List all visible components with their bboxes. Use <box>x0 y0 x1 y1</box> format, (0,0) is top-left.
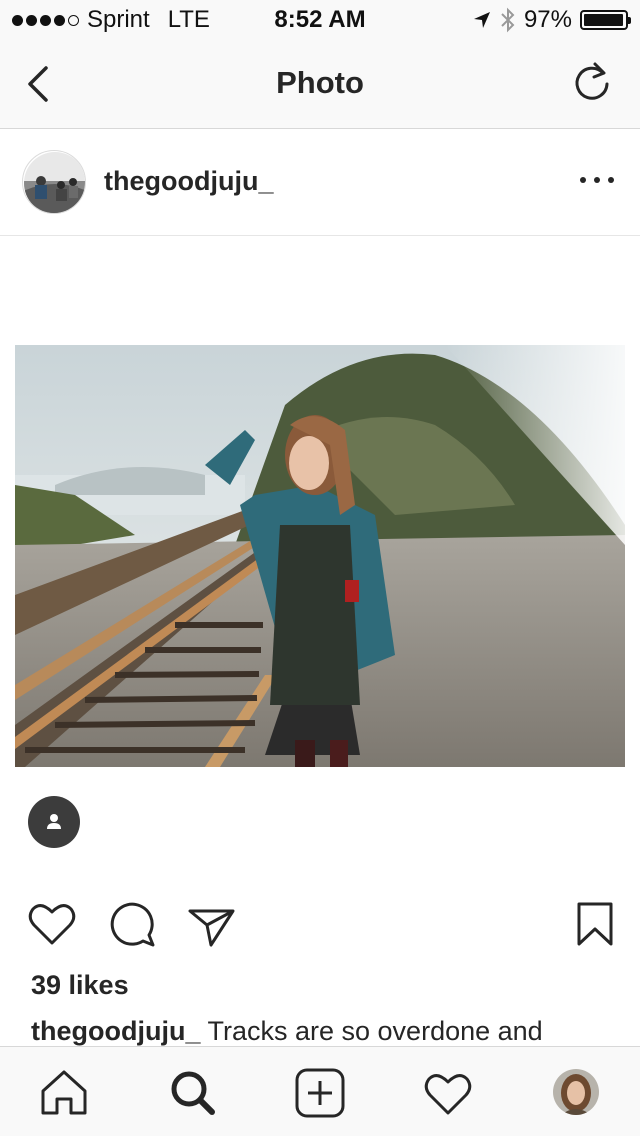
avatar-image <box>24 152 85 213</box>
likes-count[interactable]: 39 likes <box>31 970 129 1001</box>
chevron-left-icon[interactable] <box>18 62 62 106</box>
status-bar: Sprint LTE 8:52 AM 97% <box>0 0 640 40</box>
add-icon[interactable] <box>292 1065 348 1121</box>
share-icon[interactable] <box>187 899 237 949</box>
post-username[interactable]: thegoodjuju_ <box>104 166 273 197</box>
comment-icon[interactable] <box>107 899 157 949</box>
page-title: Photo <box>276 65 364 100</box>
post-photo-image <box>15 345 625 767</box>
search-icon[interactable] <box>165 1065 221 1121</box>
post-header: thegoodjuju_ <box>0 130 640 236</box>
home-icon[interactable] <box>36 1065 92 1121</box>
battery-icon <box>580 10 631 30</box>
bottom-tab-bar <box>0 1046 640 1136</box>
caption-username[interactable]: thegoodjuju_ <box>31 1016 200 1046</box>
refresh-icon[interactable] <box>570 60 614 104</box>
activity-heart-icon[interactable] <box>420 1065 476 1121</box>
more-options-icon[interactable] <box>580 168 614 192</box>
caption-text: Tracks are so overdone and <box>200 1016 543 1046</box>
heart-icon[interactable] <box>27 899 77 949</box>
location-arrow-icon <box>473 12 490 28</box>
nav-bar: Photo <box>0 40 640 129</box>
profile-avatar[interactable] <box>553 1069 599 1115</box>
post-photo[interactable] <box>15 345 625 767</box>
post-caption: thegoodjuju_ Tracks are so overdone and <box>31 1016 631 1046</box>
bluetooth-icon <box>501 7 515 33</box>
person-icon <box>47 814 61 829</box>
battery-percent: 97% <box>523 6 572 33</box>
avatar[interactable] <box>22 150 86 214</box>
bookmark-icon[interactable] <box>570 899 620 949</box>
tag-people-button[interactable] <box>28 796 80 848</box>
post-actions <box>0 895 640 955</box>
status-right: 97% <box>472 6 631 34</box>
profile-avatar-image <box>553 1069 599 1115</box>
